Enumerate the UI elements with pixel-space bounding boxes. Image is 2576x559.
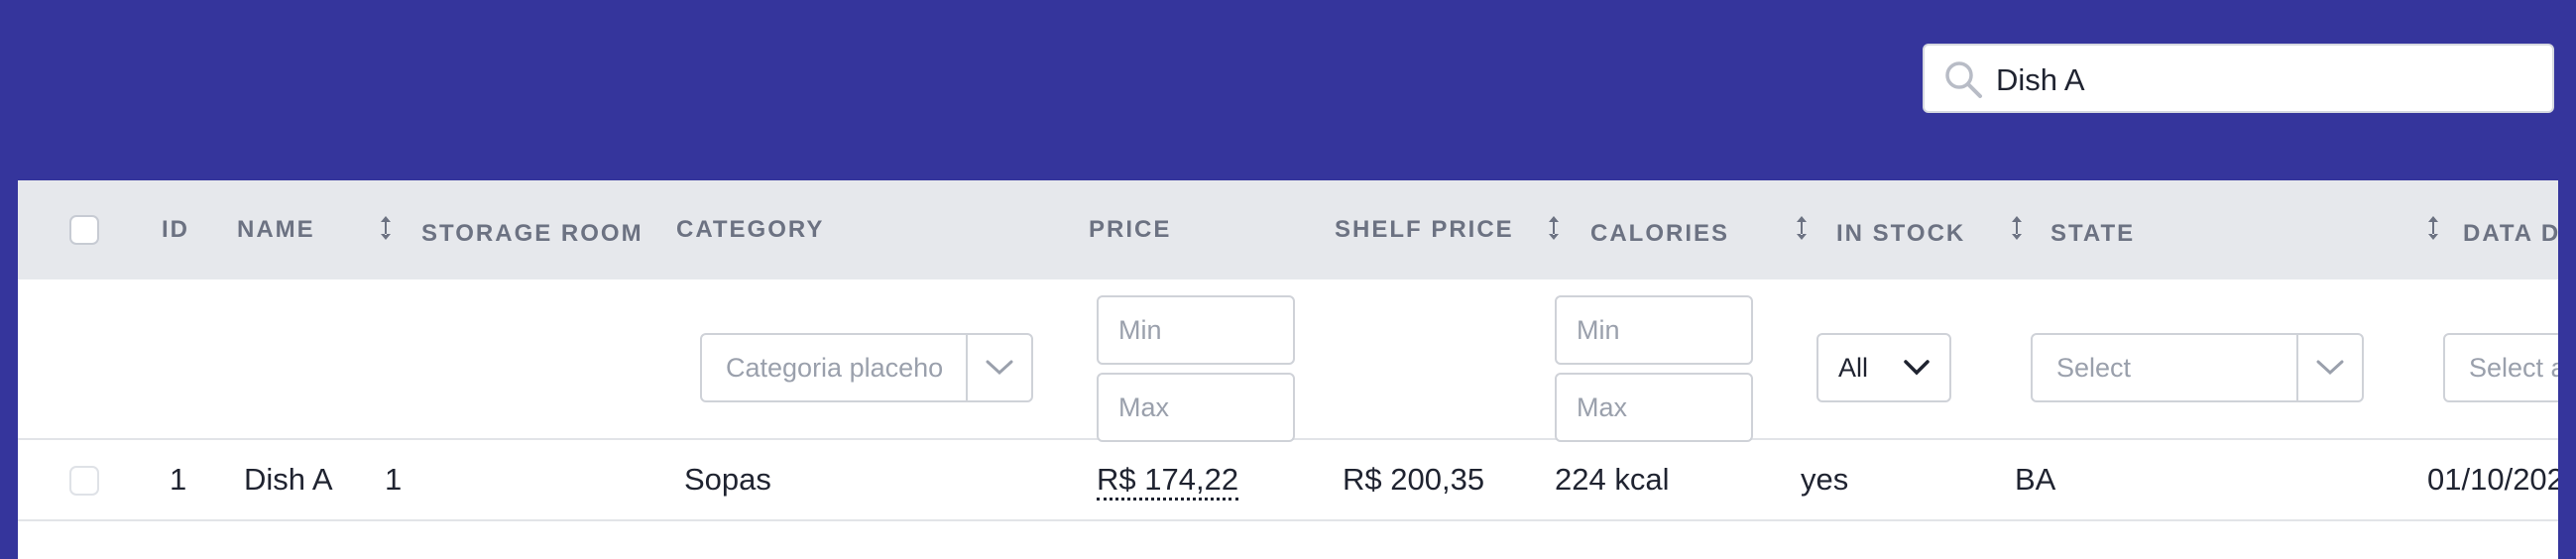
cell-id: 1 (170, 462, 187, 497)
state-filter-select[interactable]: Select (2031, 333, 2364, 402)
data-filter-placeholder: Select a (2469, 352, 2558, 383)
price-max-input[interactable]: Max (1097, 373, 1295, 442)
cell-state: BA (2015, 462, 2056, 497)
calories-min-input[interactable]: Min (1555, 295, 1753, 365)
cell-price[interactable]: R$ 174,22 (1097, 462, 1239, 501)
search-icon (1945, 61, 1982, 98)
search-input[interactable] (1994, 56, 2543, 105)
in-stock-filter-select[interactable]: All (1816, 333, 1951, 402)
column-header-id[interactable]: ID (162, 216, 189, 244)
category-filter-select[interactable]: Categoria placeho (700, 333, 1033, 402)
sort-icon[interactable] (379, 214, 393, 242)
category-filter-placeholder: Categoria placeho (726, 352, 944, 383)
chevron-down-icon (1904, 360, 1930, 376)
column-header-calories[interactable]: CALORIES (1590, 220, 1729, 248)
cell-shelf-price: R$ 200,35 (1343, 462, 1485, 497)
sort-icon[interactable] (1547, 214, 1561, 242)
chevron-down-icon (2298, 360, 2362, 376)
column-header-shelf-price[interactable]: SHELF PRICE (1335, 216, 1514, 244)
column-header-state[interactable]: STATE (2050, 220, 2135, 248)
table-header: ID NAME STORAGE ROOM CATEGORY PRICE SHEL… (18, 180, 2558, 280)
cell-name: Dish A (244, 462, 333, 497)
cell-calories: 224 kcal (1555, 462, 1670, 497)
column-header-category[interactable]: CATEGORY (676, 216, 824, 244)
cell-category: Sopas (684, 462, 771, 497)
select-all-checkbox[interactable] (69, 215, 99, 245)
sort-icon[interactable] (2426, 214, 2440, 242)
price-min-input[interactable]: Min (1097, 295, 1295, 365)
column-header-name[interactable]: NAME (237, 216, 315, 244)
chevron-down-icon (968, 360, 1031, 376)
search-box[interactable] (1923, 44, 2554, 113)
column-header-storage-room[interactable]: STORAGE ROOM (421, 220, 644, 248)
column-header-price[interactable]: PRICE (1089, 216, 1171, 244)
filter-row: Categoria placeho Min Max Min Max All Se… (18, 280, 2558, 442)
data-table: ID NAME STORAGE ROOM CATEGORY PRICE SHEL… (18, 180, 2558, 559)
column-header-in-stock[interactable]: IN STOCK (1836, 220, 1965, 248)
table-row[interactable]: 1 Dish A 1 Sopas R$ 174,22 R$ 200,35 224… (18, 440, 2558, 521)
cell-storage-room: 1 (385, 462, 403, 497)
cell-in-stock: yes (1801, 462, 1849, 497)
sort-icon[interactable] (1795, 214, 1809, 242)
row-checkbox[interactable] (69, 466, 99, 496)
sort-icon[interactable] (2010, 214, 2024, 242)
cell-data: 01/10/202 (2427, 462, 2558, 497)
in-stock-filter-value: All (1838, 352, 1869, 383)
calories-max-input[interactable]: Max (1555, 373, 1753, 442)
state-filter-placeholder: Select (2056, 352, 2132, 383)
column-header-data[interactable]: DATA D (2463, 220, 2558, 248)
data-filter-select[interactable]: Select a (2443, 333, 2558, 402)
